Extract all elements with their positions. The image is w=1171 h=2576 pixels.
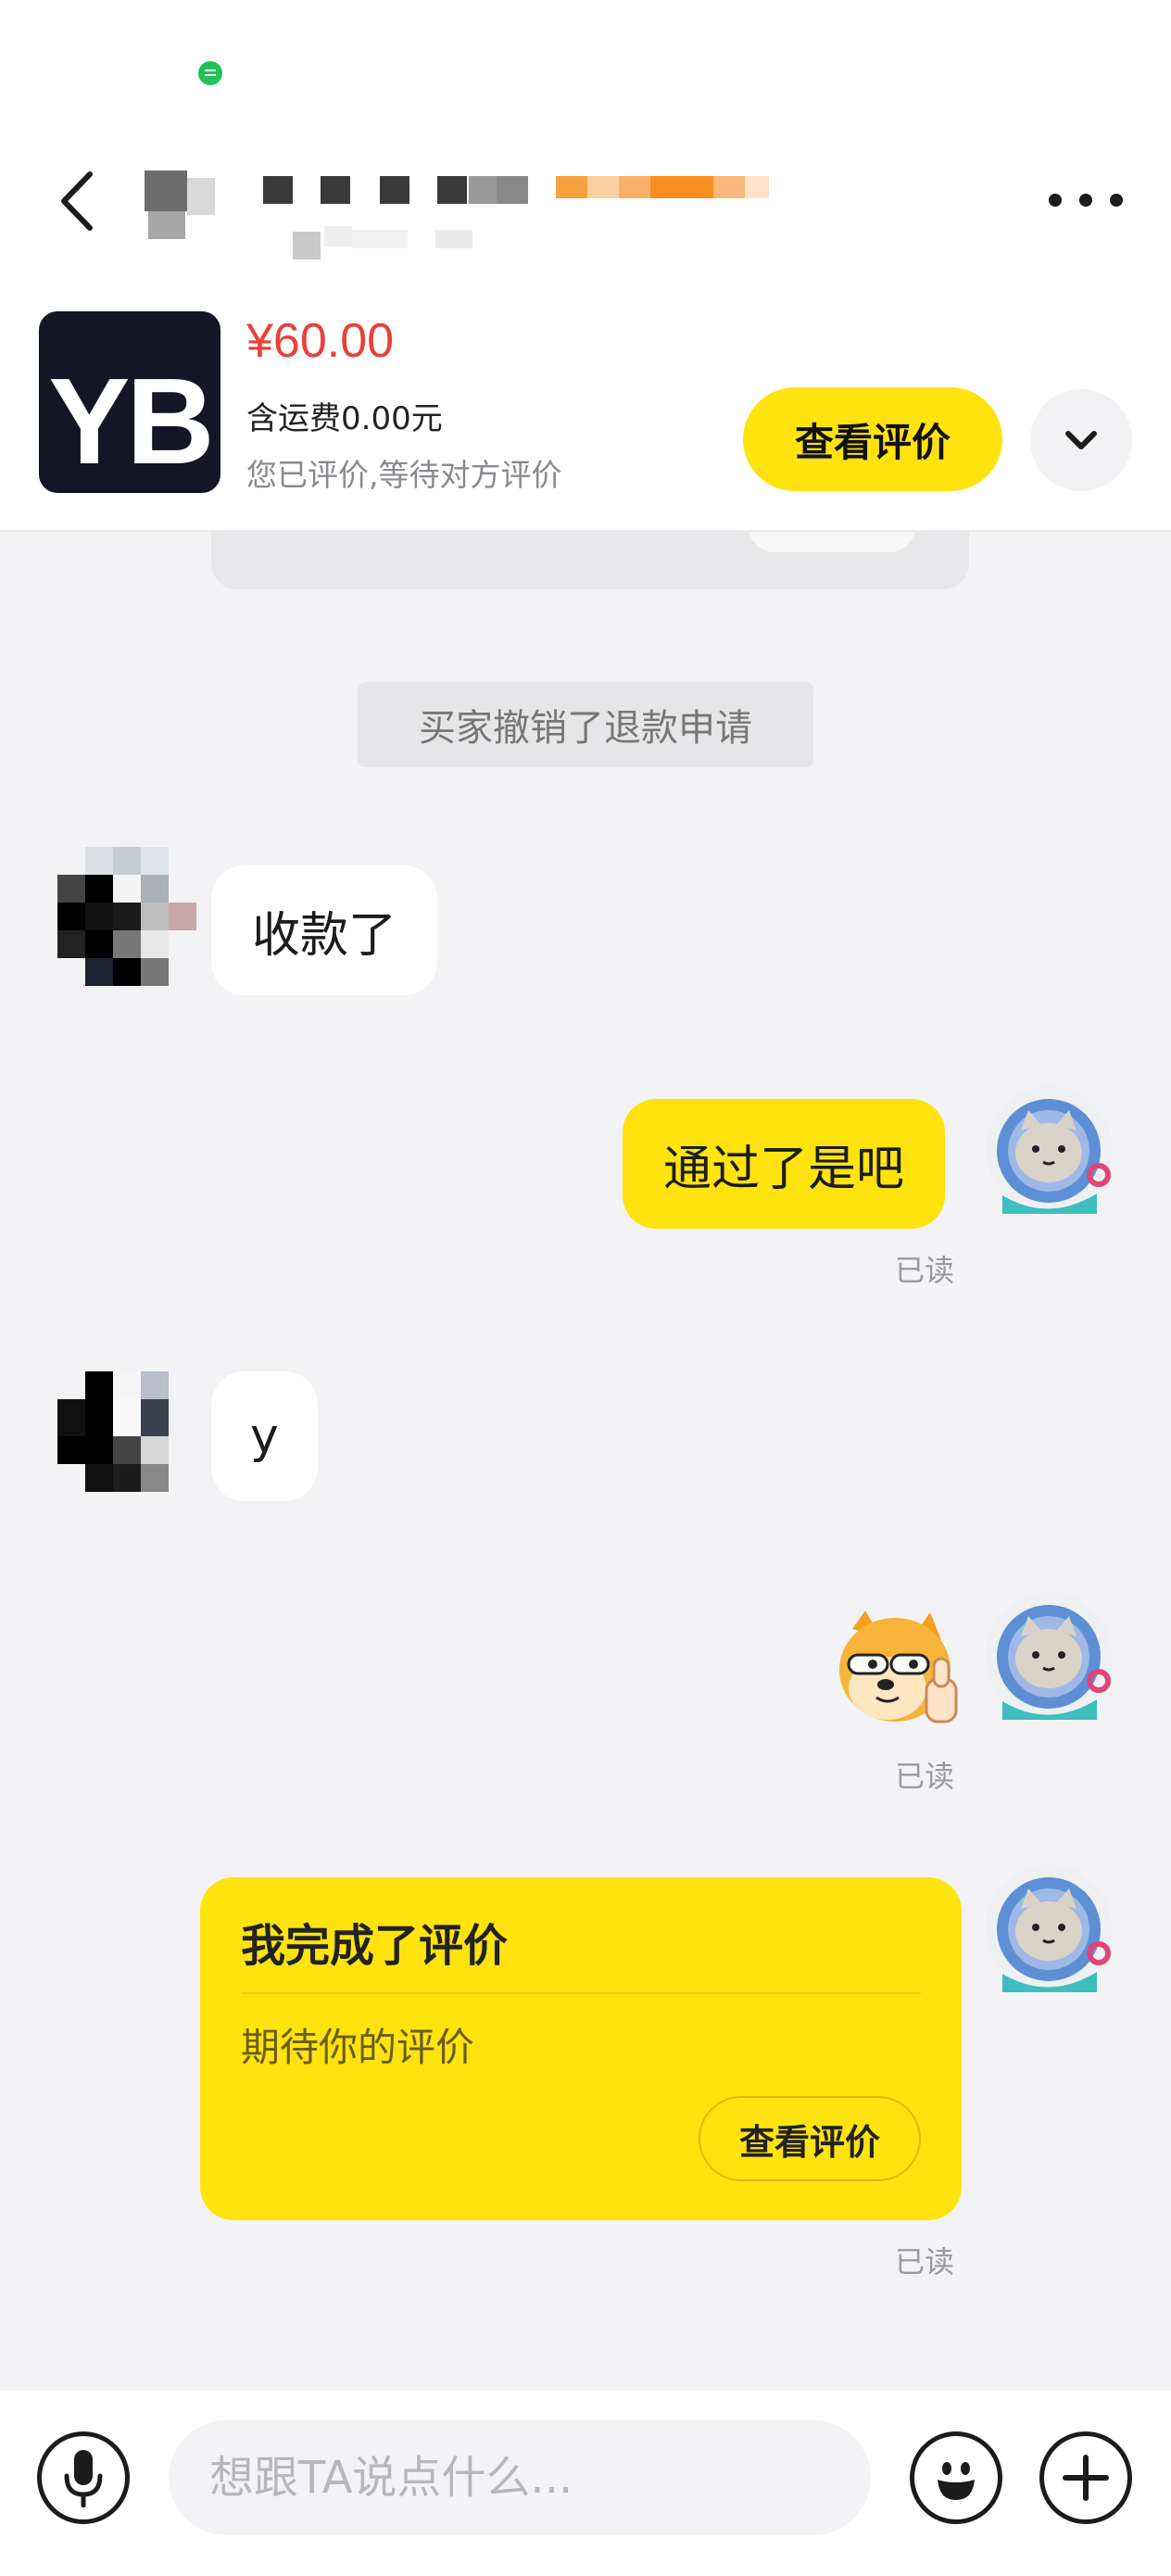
back-button[interactable]: [54, 169, 100, 234]
product-thumbnail-text: YB: [48, 352, 214, 489]
view-review-button[interactable]: 查看评价: [743, 387, 1002, 491]
product-thumbnail[interactable]: YB: [39, 311, 220, 493]
voice-button[interactable]: [37, 2431, 130, 2524]
system-notice: 买家撤销了退款申请: [358, 682, 813, 767]
redacted-title: [139, 167, 769, 269]
collapse-button[interactable]: [1030, 389, 1132, 491]
more-horizontal-icon: [1049, 194, 1062, 207]
avatar[interactable]: [984, 1590, 1114, 1720]
message-text: 通过了是吧: [663, 1141, 905, 1197]
emoji-button[interactable]: [910, 2431, 1002, 2524]
incoming-message[interactable]: 收款了: [211, 865, 438, 995]
review-card-subtitle: 期待你的评价: [241, 2025, 475, 2070]
message-text: 收款了: [252, 907, 397, 964]
message-input[interactable]: [169, 2420, 871, 2535]
review-status: 您已评价,等待对方评价: [246, 457, 562, 493]
review-card[interactable]: 我完成了评价 期待你的评价 查看评价: [200, 1877, 962, 2220]
outgoing-message[interactable]: 通过了是吧: [623, 1099, 946, 1229]
read-receipt: 已读: [895, 2244, 955, 2279]
read-receipt: 已读: [895, 1759, 955, 1794]
avatar[interactable]: [57, 1371, 187, 1494]
chevron-left-icon: [61, 171, 93, 231]
shipping-fee: 含运费0.00元: [246, 400, 443, 437]
message-text: y: [250, 1408, 279, 1464]
read-receipt: 已读: [895, 1253, 955, 1288]
more-button[interactable]: [1049, 182, 1123, 219]
plus-icon: [1063, 2455, 1109, 2501]
avatar[interactable]: [57, 847, 206, 995]
notification-icon: [198, 61, 222, 85]
smiley-icon: [938, 2462, 975, 2500]
avatar[interactable]: [984, 1084, 1114, 1214]
review-card-divider: [241, 1992, 921, 1994]
review-card-title: 我完成了评价: [241, 1920, 509, 1972]
product-price: ¥60.00: [246, 314, 395, 368]
add-button[interactable]: [1039, 2431, 1132, 2524]
incoming-message[interactable]: y: [211, 1371, 318, 1501]
view-review-card-button[interactable]: 查看评价: [699, 2096, 921, 2181]
doge-thumbs-up-sticker[interactable]: [834, 1609, 963, 1729]
avatar[interactable]: [984, 1863, 1114, 1992]
chat-header: YB ¥60.00 含运费0.00元 您已评价,等待对方评价 查看评价: [0, 0, 1171, 532]
microphone-icon: [64, 2450, 103, 2507]
chevron-down-icon: [1065, 431, 1097, 449]
